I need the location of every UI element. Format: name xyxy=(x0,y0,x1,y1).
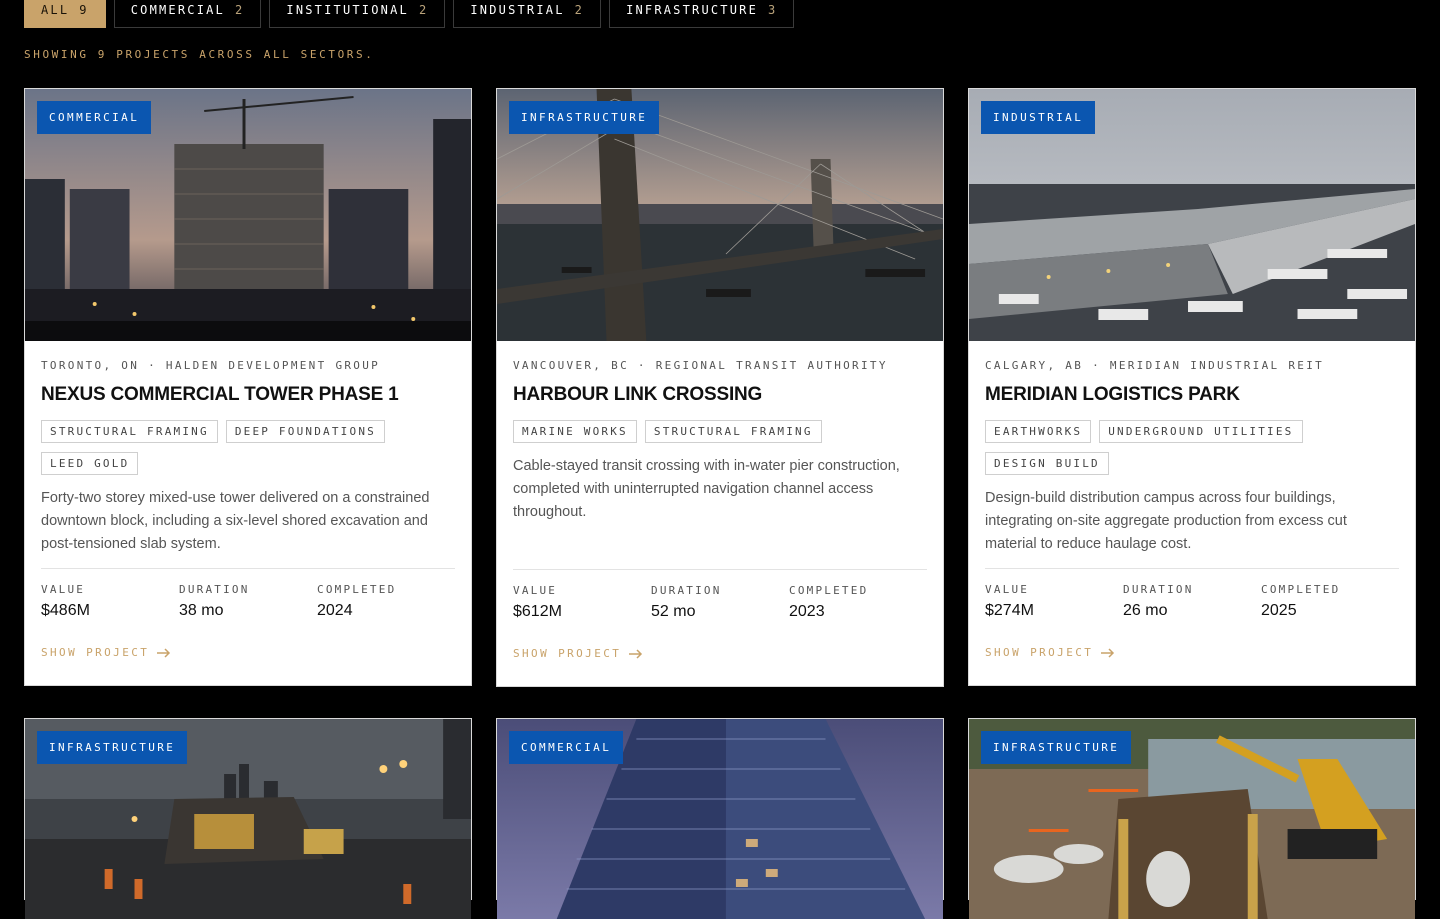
filter-label: COMMERCIAL xyxy=(130,3,225,17)
duration-label: DURATION xyxy=(1123,583,1194,596)
category-badge: INFRASTRUCTURE xyxy=(981,731,1132,764)
category-badge: COMMERCIAL xyxy=(509,731,624,764)
show-project-label: SHOW PROJECT xyxy=(41,646,150,659)
project-card[interactable]: INFRASTRUCTURE xyxy=(24,718,472,919)
tag-list: STRUCTURAL FRAMING DEEP FOUNDATIONS LEED… xyxy=(41,420,455,475)
project-image: INFRASTRUCTURE xyxy=(969,719,1415,919)
duration-label: DURATION xyxy=(651,584,722,597)
project-card[interactable]: INFRASTRUCTURE VANCOUVER, BC · REGIONAL … xyxy=(496,88,944,687)
show-project-link[interactable]: SHOW PROJECT xyxy=(985,646,1399,685)
filter-label: INDUSTRIAL xyxy=(470,3,565,17)
tag: MARINE WORKS xyxy=(513,420,637,443)
filter-count: 2 xyxy=(574,3,585,17)
filter-count: 9 xyxy=(79,3,89,17)
project-image: INFRASTRUCTURE xyxy=(497,89,943,341)
filter-label: INSTITUTIONAL xyxy=(286,3,409,17)
project-card[interactable]: INDUSTRIAL CALGARY, AB · MERIDIAN INDUST… xyxy=(968,88,1416,686)
tag-list: EARTHWORKS UNDERGROUND UTILITIES DESIGN … xyxy=(985,420,1399,475)
completed-year: 2025 xyxy=(1261,602,1297,619)
divider xyxy=(41,568,455,569)
project-image: INFRASTRUCTURE xyxy=(25,719,471,919)
project-image: COMMERCIAL xyxy=(25,89,471,341)
arrow-right-icon xyxy=(629,648,643,659)
divider xyxy=(985,568,1399,569)
tag: UNDERGROUND UTILITIES xyxy=(1099,420,1303,443)
project-description: Cable-stayed transit crossing with in-wa… xyxy=(513,458,900,520)
project-description: Design-build distribution campus across … xyxy=(985,490,1347,552)
project-stats: VALUE $486M DURATION 38 mo COMPLETED 2024 xyxy=(41,583,455,620)
project-card[interactable]: COMMERCIAL xyxy=(496,718,944,919)
tag: DEEP FOUNDATIONS xyxy=(225,420,385,443)
duration-amount: 38 mo xyxy=(179,602,224,619)
show-project-label: SHOW PROJECT xyxy=(985,646,1094,659)
filter-all[interactable]: ALL 9 xyxy=(24,0,106,28)
filter-count: 2 xyxy=(234,3,245,17)
tag: DESIGN BUILD xyxy=(985,452,1109,475)
value-label: VALUE xyxy=(41,583,86,596)
completed-year: 2023 xyxy=(789,603,825,620)
completed-label: COMPLETED xyxy=(789,584,869,597)
show-project-link[interactable]: SHOW PROJECT xyxy=(41,646,455,685)
tag: LEED GOLD xyxy=(41,452,139,475)
filter-industrial[interactable]: INDUSTRIAL 2 xyxy=(453,0,602,28)
project-image: INDUSTRIAL xyxy=(969,89,1415,341)
project-card[interactable]: INFRASTRUCTURE xyxy=(968,718,1416,919)
value-amount: $612M xyxy=(513,603,562,620)
project-stats: VALUE $274M DURATION 26 mo COMPLETED 2025 xyxy=(985,583,1399,620)
tag-list: MARINE WORKS STRUCTURAL FRAMING xyxy=(513,420,927,443)
value-amount: $486M xyxy=(41,602,90,619)
project-meta: VANCOUVER, BC · REGIONAL TRANSIT AUTHORI… xyxy=(513,359,888,372)
filter-count: 3 xyxy=(768,3,778,17)
filter-institutional[interactable]: INSTITUTIONAL 2 xyxy=(269,0,446,28)
sector-filter-bar: ALL 9 COMMERCIAL 2 INSTITUTIONAL 2 INDUS… xyxy=(24,0,795,28)
project-title: HARBOUR LINK CROSSING xyxy=(513,384,763,405)
project-meta: TORONTO, ON · HALDEN DEVELOPMENT GROUP xyxy=(41,359,381,372)
category-badge: INDUSTRIAL xyxy=(981,101,1096,134)
completed-label: COMPLETED xyxy=(317,583,397,596)
project-title: NEXUS COMMERCIAL TOWER PHASE 1 xyxy=(41,384,399,405)
tag: STRUCTURAL FRAMING xyxy=(41,420,218,443)
tag: STRUCTURAL FRAMING xyxy=(644,420,822,443)
value-amount: $274M xyxy=(985,602,1034,619)
category-badge: INFRASTRUCTURE xyxy=(509,101,660,134)
filter-count: 2 xyxy=(418,3,429,17)
arrow-right-icon xyxy=(157,647,171,658)
project-description: Forty-two storey mixed-use tower deliver… xyxy=(41,490,430,552)
divider xyxy=(513,569,927,570)
project-meta: CALGARY, AB · MERIDIAN INDUSTRIAL REIT xyxy=(985,359,1325,372)
value-label: VALUE xyxy=(985,583,1030,596)
project-card[interactable]: COMMERCIAL TORONTO, ON · HALDEN DEVELOPM… xyxy=(24,88,472,686)
completed-label: COMPLETED xyxy=(1261,583,1341,596)
filter-commercial[interactable]: COMMERCIAL 2 xyxy=(113,0,262,28)
category-badge: INFRASTRUCTURE xyxy=(37,731,188,764)
show-project-link[interactable]: SHOW PROJECT xyxy=(513,647,927,686)
show-project-label: SHOW PROJECT xyxy=(513,647,622,660)
completed-year: 2024 xyxy=(317,602,353,619)
project-title: MERIDIAN LOGISTICS PARK xyxy=(985,384,1240,405)
duration-amount: 26 mo xyxy=(1123,602,1168,619)
tag: EARTHWORKS xyxy=(985,420,1092,443)
category-badge: COMMERCIAL xyxy=(37,101,152,134)
results-summary: SHOWING 9 PROJECTS ACROSS ALL SECTORS. xyxy=(24,48,375,61)
project-stats: VALUE $612M DURATION 52 mo COMPLETED 2023 xyxy=(513,584,927,621)
arrow-right-icon xyxy=(1101,647,1115,658)
filter-infrastructure[interactable]: INFRASTRUCTURE 3 xyxy=(609,0,795,28)
value-label: VALUE xyxy=(513,584,558,597)
filter-label: ALL xyxy=(41,3,70,17)
project-image: COMMERCIAL xyxy=(497,719,943,919)
duration-label: DURATION xyxy=(179,583,250,596)
filter-label: INFRASTRUCTURE xyxy=(626,3,759,17)
duration-amount: 52 mo xyxy=(651,603,696,620)
